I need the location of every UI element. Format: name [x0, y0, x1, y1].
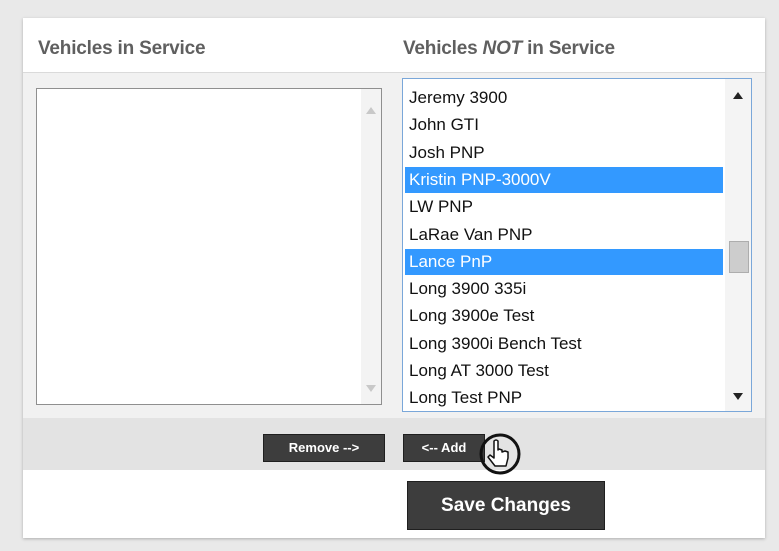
list-option[interactable]: Jeremy 3900	[405, 85, 723, 111]
panel-header: Vehicles in Service Vehicles NOT in Serv…	[23, 18, 765, 73]
list-option[interactable]: Long AT 3000 Test	[405, 358, 723, 384]
heading-suffix: in Service	[522, 38, 615, 59]
list-option[interactable]: Kristin PNP-3000V	[405, 166, 723, 193]
scroll-down-arrow-icon[interactable]	[733, 393, 743, 400]
in-service-scrollbar[interactable]	[361, 89, 381, 404]
list-option[interactable]: Lance PnP	[405, 248, 723, 275]
scrollbar-thumb[interactable]	[729, 241, 749, 274]
remove-button[interactable]: Remove -->	[263, 434, 385, 462]
vehicle-service-panel: Vehicles in Service Vehicles NOT in Serv…	[23, 18, 765, 538]
list-option[interactable]: Long 3900e Test	[405, 303, 723, 329]
scroll-down-arrow-icon[interactable]	[366, 385, 376, 392]
heading-prefix: Vehicles	[403, 38, 483, 59]
not-in-service-scrollbar[interactable]	[725, 79, 751, 411]
scroll-up-arrow-icon[interactable]	[366, 107, 376, 114]
list-option[interactable]: LW PNP	[405, 194, 723, 220]
add-button[interactable]: <-- Add	[403, 434, 485, 462]
list-option[interactable]: LaRae Van PNP	[405, 222, 723, 248]
list-option[interactable]: Long 3900i Bench Test	[405, 331, 723, 357]
vehicles-in-service-heading: Vehicles in Service	[38, 38, 206, 59]
list-option[interactable]: John GTI	[405, 112, 723, 138]
heading-emphasis: NOT	[482, 38, 523, 59]
vehicles-not-in-service-heading: Vehicles NOT in Service	[403, 38, 615, 60]
list-option[interactable]: Josh PNP	[405, 140, 723, 166]
list-option[interactable]: Long Test PNP	[405, 385, 723, 411]
save-changes-button[interactable]: Save Changes	[407, 481, 605, 530]
list-option[interactable]: Long 3900 335i	[405, 276, 723, 302]
button-strip	[23, 418, 765, 470]
not-in-service-listbox[interactable]: Jeremy 3900 John GTI Josh PNP Kristin PNP-3…	[402, 78, 752, 412]
scroll-up-arrow-icon[interactable]	[733, 92, 743, 99]
in-service-listbox[interactable]	[36, 88, 382, 405]
